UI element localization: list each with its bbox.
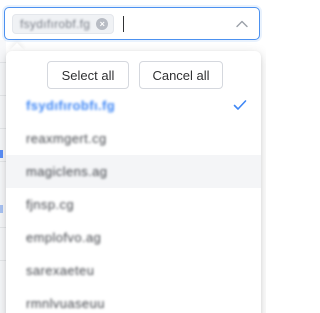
chevron-up-icon[interactable] <box>235 17 249 31</box>
background-row-marker <box>0 150 3 158</box>
bulk-actions: Select all Cancel all <box>6 61 261 89</box>
option-label: magiclens.ag <box>26 164 108 179</box>
dropdown-panel: Select all Cancel all fsydıfırobfı.fg re… <box>6 51 261 313</box>
text-cursor <box>123 15 125 32</box>
option-label: emplofvo.ag <box>26 230 102 245</box>
option-item[interactable]: emplofvo.ag <box>6 221 261 254</box>
close-circle-icon[interactable]: × <box>96 17 109 30</box>
select-all-button[interactable]: Select all <box>47 61 129 89</box>
page: fsydıfırobf.fg × Select all Cancel all f… <box>0 0 266 313</box>
option-item[interactable]: reaxmgert.cg <box>6 122 261 155</box>
multi-select-input[interactable]: fsydıfırobf.fg × <box>4 7 260 40</box>
option-label: reaxmgert.cg <box>26 131 107 146</box>
options-list: fsydıfırobfı.fg reaxmgert.cg magiclens.a… <box>6 89 261 313</box>
option-label: fsydıfırobfı.fg <box>26 98 116 113</box>
option-label: rmnlvuaseuu <box>26 296 105 311</box>
selected-tag: fsydıfırobf.fg × <box>12 13 115 34</box>
option-label: sarexaeteu <box>26 263 95 278</box>
option-item[interactable]: fjnsp.cg <box>6 188 261 221</box>
option-item[interactable]: magiclens.ag <box>6 155 261 188</box>
option-label: fjnsp.cg <box>26 197 75 212</box>
selected-tag-label: fsydıfırobf.fg <box>20 16 91 31</box>
cancel-all-button[interactable]: Cancel all <box>139 61 223 89</box>
check-icon <box>233 100 247 110</box>
background-row-marker <box>0 205 3 213</box>
option-item[interactable]: fsydıfırobfı.fg <box>6 89 261 122</box>
option-item[interactable]: sarexaeteu <box>6 254 261 287</box>
option-item[interactable]: rmnlvuaseuu <box>6 287 261 313</box>
